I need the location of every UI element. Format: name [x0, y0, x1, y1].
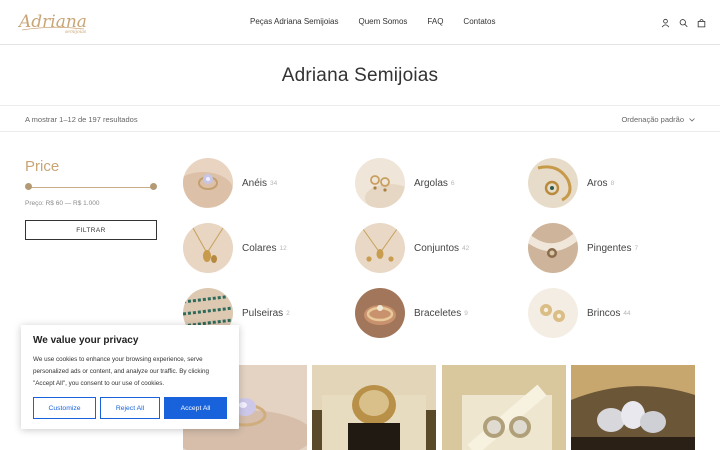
category-image	[528, 223, 578, 273]
category-label: Aros	[587, 177, 608, 189]
product-card[interactable]	[312, 365, 436, 450]
nav-item-faq[interactable]: FAQ	[427, 17, 443, 26]
category-argolas[interactable]: Argolas 6	[355, 158, 455, 208]
user-icon[interactable]	[661, 15, 670, 28]
result-count: A mostrar 1–12 de 197 resultados	[25, 115, 138, 124]
nav-item-quem-somos[interactable]: Quem Somos	[359, 17, 408, 26]
category-label: Colares	[242, 242, 277, 254]
category-label: Anéis	[242, 177, 268, 189]
category-conjuntos[interactable]: Conjuntos 42	[355, 223, 469, 273]
category-aneis[interactable]: Anéis 34	[183, 158, 277, 208]
header-icons	[661, 15, 706, 28]
category-count: 9	[464, 309, 468, 317]
category-image	[528, 288, 578, 338]
reject-all-button[interactable]: Reject All	[100, 397, 160, 419]
category-count: 34	[270, 179, 278, 187]
category-count: 44	[623, 309, 631, 317]
product-image	[442, 365, 566, 450]
product-card[interactable]	[571, 365, 695, 450]
category-image	[528, 158, 578, 208]
category-image	[183, 223, 233, 273]
accept-all-button[interactable]: Accept All	[164, 397, 227, 419]
ordering-select[interactable]: Ordenação padrão	[621, 115, 695, 124]
price-slider-track	[28, 186, 154, 188]
cookie-description: We use cookies to enhance your browsing …	[33, 356, 209, 387]
logo[interactable]: Adriana semijoias	[18, 6, 88, 36]
category-image	[355, 288, 405, 338]
ordering-label: Ordenação padrão	[621, 115, 684, 124]
cookie-consent-banner: We value your privacy We use cookies to …	[21, 325, 239, 429]
product-card[interactable]	[442, 365, 566, 450]
search-icon[interactable]	[679, 15, 688, 28]
category-label: Braceletes	[414, 307, 462, 319]
category-image	[355, 223, 405, 273]
category-image	[183, 158, 233, 208]
category-label: Argolas	[414, 177, 448, 189]
chevron-down-icon	[689, 117, 695, 122]
result-bar: A mostrar 1–12 de 197 resultados Ordenaç…	[0, 105, 720, 132]
cookie-buttons: Customize Reject All Accept All	[33, 397, 227, 419]
site-header: Adriana semijoias Peças Adriana Semijoia…	[0, 0, 720, 45]
price-slider[interactable]	[25, 183, 157, 191]
category-label: Conjuntos	[414, 242, 460, 254]
price-filter-title: Price	[25, 158, 60, 175]
price-slider-max-handle[interactable]	[150, 183, 157, 190]
category-count: 8	[610, 179, 615, 187]
category-label: Pulseiras	[242, 307, 284, 319]
nav-item-contatos[interactable]: Contatos	[463, 17, 495, 26]
bag-icon[interactable]	[697, 15, 706, 28]
category-count: 2	[286, 309, 290, 317]
category-count: 7	[634, 244, 639, 252]
category-label: Brincos	[587, 307, 621, 319]
svg-text:semijoias: semijoias	[65, 29, 87, 35]
product-image	[312, 365, 436, 450]
category-count: 12	[279, 244, 287, 252]
category-label: Pingentes	[587, 242, 632, 254]
filter-button[interactable]: FILTRAR	[25, 220, 157, 240]
customize-button[interactable]: Customize	[33, 397, 96, 419]
cookie-title: We value your privacy	[33, 335, 139, 346]
nav-item-pecas[interactable]: Peças Adriana Semijoias	[250, 17, 339, 26]
price-slider-min-handle[interactable]	[25, 183, 32, 190]
category-brincos[interactable]: Brincos 44	[528, 288, 631, 338]
main-nav: Peças Adriana Semijoias Quem Somos FAQ C…	[250, 17, 495, 26]
category-colares[interactable]: Colares 12	[183, 223, 287, 273]
category-count: 42	[462, 244, 470, 252]
price-range-text: Preço: R$ 60 — R$ 1.000	[25, 200, 100, 207]
category-pingentes[interactable]: Pingentes 7	[528, 223, 638, 273]
product-image	[571, 365, 695, 450]
category-braceletes[interactable]: Braceletes 9	[355, 288, 468, 338]
category-count: 6	[450, 179, 455, 187]
category-aros[interactable]: Aros 8	[528, 158, 614, 208]
category-image	[355, 158, 405, 208]
page-title: Adriana Semijoias	[281, 65, 439, 86]
